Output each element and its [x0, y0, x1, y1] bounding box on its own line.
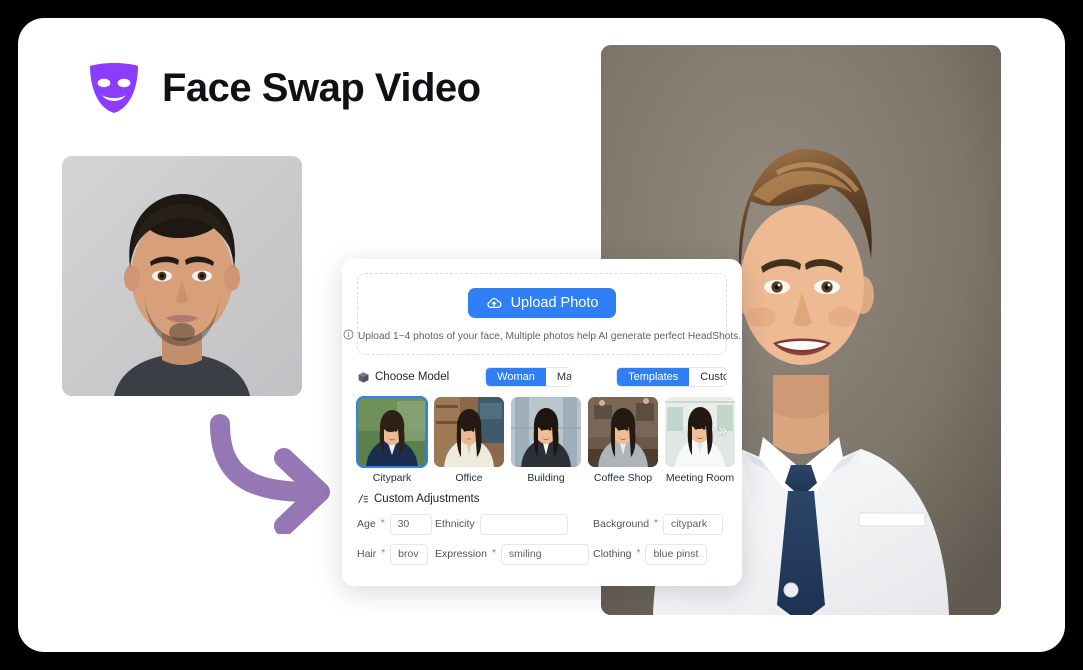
curved-right-arrow-icon: [198, 414, 348, 534]
required-marker: *: [381, 548, 386, 559]
form-row-1: Age * Ethnicity Background *: [357, 513, 727, 535]
template-carousel: Citypark Office Building Coffee Shop Mee…: [356, 396, 735, 484]
field-hair-label: Hair: [357, 548, 377, 560]
custom-adjustments-title: Custom Adjustments: [374, 493, 480, 505]
template-label: Coffee Shop: [593, 472, 653, 484]
template-item-building[interactable]: Building: [511, 397, 581, 484]
gender-segmented-control: Woman Man: [485, 367, 573, 387]
template-item-coffee-shop[interactable]: Coffee Shop: [588, 397, 658, 484]
upload-dropzone[interactable]: Upload Photo Upload 1~4 photos of your f…: [343, 273, 741, 355]
template-thumbnail: [356, 396, 428, 468]
field-ethnicity-label: Ethnicity: [435, 518, 475, 530]
field-background: Background *: [593, 513, 723, 535]
template-thumbnail: [588, 397, 658, 467]
custom-adjustments-form: Age * Ethnicity Background *: [357, 513, 727, 565]
custom-adjustments-header: Custom Adjustments: [357, 493, 727, 505]
choose-model-label-group: Choose Model: [357, 371, 449, 384]
clothing-input[interactable]: [645, 543, 708, 565]
field-clothing-cell: Clothing *: [587, 543, 727, 565]
upload-photo-label: Upload Photo: [510, 295, 599, 311]
hair-input[interactable]: [390, 543, 429, 565]
template-thumbnail: [434, 397, 504, 467]
template-label: Office: [455, 472, 483, 484]
sliders-icon: [357, 493, 369, 505]
field-age-label: Age: [357, 518, 376, 530]
field-background-cell: Background *: [587, 513, 727, 535]
screenshot-stage: Face Swap Video Upload Photo Upload 1~4 …: [0, 0, 1083, 670]
background-input[interactable]: [662, 513, 723, 535]
choose-model-text: Choose Model: [375, 371, 450, 383]
choose-model-row: Choose Model Woman Man Templates Custom: [357, 366, 727, 388]
ethnicity-input[interactable]: [479, 513, 568, 535]
field-hair: Hair *: [357, 543, 435, 565]
double-chevron-right-icon[interactable]: ››: [718, 423, 727, 439]
source-photo: [62, 156, 302, 396]
upload-photo-button[interactable]: Upload Photo: [467, 288, 617, 318]
field-clothing: Clothing *: [593, 543, 708, 565]
info-circle-icon: [343, 329, 354, 343]
template-item-office[interactable]: Office: [434, 397, 504, 484]
mode-segmented-control: Templates Custom: [616, 367, 727, 387]
mode-option-templates[interactable]: Templates: [617, 368, 690, 386]
template-label: Meeting Room: [665, 472, 735, 484]
field-clothing-label: Clothing: [593, 548, 632, 560]
template-thumbnail: [511, 397, 581, 467]
age-input[interactable]: [389, 513, 432, 535]
theater-mask-icon: [86, 62, 142, 114]
template-label: Citypark: [372, 472, 412, 484]
required-marker: *: [636, 548, 641, 559]
mode-option-custom[interactable]: Custom: [689, 368, 727, 386]
upload-hint-text: Upload 1~4 photos of your face, Multiple…: [357, 330, 742, 342]
field-age: Age *: [357, 513, 435, 535]
field-background-label: Background: [593, 518, 650, 530]
template-label: Building: [527, 472, 565, 484]
required-marker: *: [491, 548, 496, 559]
field-expression: Expression *: [435, 543, 589, 565]
expression-input[interactable]: [500, 543, 589, 565]
gender-option-woman[interactable]: Woman: [486, 368, 546, 386]
required-marker: *: [380, 518, 385, 529]
app-card: Face Swap Video Upload Photo Upload 1~4 …: [18, 18, 1065, 652]
field-ethnicity: Ethnicity: [435, 513, 587, 535]
headshot-settings-panel: Upload Photo Upload 1~4 photos of your f…: [342, 259, 742, 586]
page-header: Face Swap Video: [86, 62, 481, 114]
required-marker: *: [654, 518, 658, 529]
form-row-2: Hair * Expression * Clothing *: [357, 543, 727, 565]
field-expression-label: Expression: [435, 548, 487, 560]
upload-hint: Upload 1~4 photos of your face, Multiple…: [343, 329, 741, 343]
page-title: Face Swap Video: [162, 66, 481, 110]
template-item-meeting-room[interactable]: Meeting Room: [665, 397, 735, 484]
template-item-citypark[interactable]: Citypark: [356, 396, 428, 484]
cube-icon: [357, 371, 370, 384]
gender-option-man[interactable]: Man: [545, 368, 572, 386]
cloud-upload-icon: [486, 295, 502, 311]
